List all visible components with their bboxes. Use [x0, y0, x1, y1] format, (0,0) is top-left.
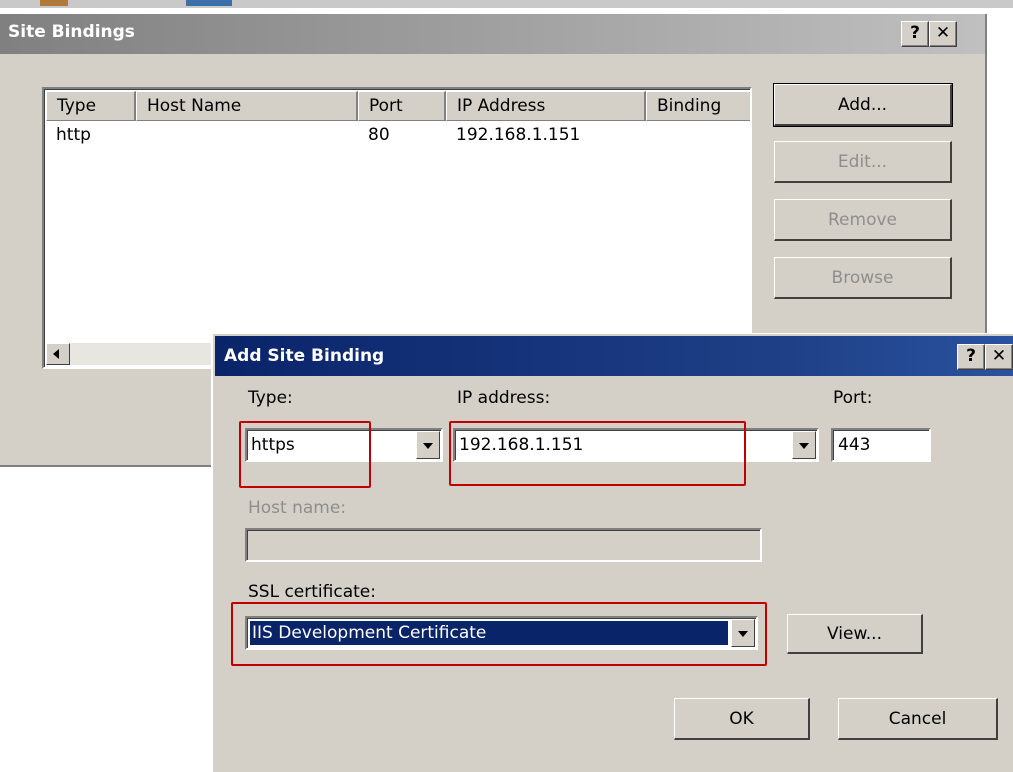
chevron-down-icon[interactable] — [792, 431, 816, 459]
ip-address-select[interactable]: 192.168.1.151 — [453, 428, 819, 462]
desktop-strip — [0, 0, 1013, 8]
ssl-certificate-select[interactable]: IIS Development Certificate — [245, 616, 758, 650]
view-certificate-button[interactable]: View... — [787, 614, 923, 654]
chevron-down-icon[interactable] — [731, 619, 755, 647]
remove-button[interactable]: Remove — [774, 199, 952, 241]
help-button[interactable]: ? — [957, 344, 985, 370]
ssl-certificate-select-value: IIS Development Certificate — [250, 621, 728, 645]
desktop-icon — [40, 0, 68, 6]
host-name-input[interactable] — [245, 528, 762, 562]
port-input-value: 443 — [838, 435, 871, 455]
close-button[interactable]: ✕ — [985, 344, 1013, 370]
type-label: Type: — [248, 388, 293, 408]
cell-host-name — [136, 121, 358, 149]
port-input[interactable]: 443 — [831, 428, 931, 462]
host-name-label: Host name: — [248, 498, 347, 518]
add-site-binding-titlebar: Add Site Binding ? ✕ — [215, 336, 1013, 376]
chevron-down-icon[interactable] — [416, 431, 440, 459]
site-bindings-titlebar: Site Bindings ? ✕ — [0, 14, 985, 54]
ok-button[interactable]: OK — [674, 698, 810, 740]
add-site-binding-title: Add Site Binding — [224, 346, 385, 366]
column-header-ip-address[interactable]: IP Address — [446, 91, 646, 121]
site-bindings-title: Site Bindings — [8, 22, 135, 42]
column-header-host-name[interactable]: Host Name — [136, 91, 358, 121]
help-button[interactable]: ? — [901, 21, 929, 47]
port-label: Port: — [833, 388, 873, 408]
cell-ip-address: 192.168.1.151 — [456, 125, 581, 145]
cell-binding — [646, 121, 750, 149]
cancel-button[interactable]: Cancel — [838, 698, 998, 740]
ip-address-select-value: 192.168.1.151 — [459, 435, 584, 455]
bindings-list-header: Type Host Name Port IP Address Binding — [46, 91, 750, 121]
ssl-certificate-label: SSL certificate: — [248, 582, 376, 602]
column-header-binding[interactable]: Binding — [646, 91, 750, 121]
cell-port: 80 — [368, 125, 390, 145]
scroll-left-icon[interactable] — [46, 343, 70, 365]
ip-address-label: IP address: — [457, 388, 551, 408]
column-header-type[interactable]: Type — [46, 91, 136, 121]
add-button[interactable]: Add... — [773, 83, 953, 127]
table-row[interactable]: http 80 192.168.1.151 — [46, 121, 750, 149]
type-select-value: https — [251, 435, 295, 455]
cell-type: http — [56, 125, 91, 145]
type-select[interactable]: https — [245, 428, 443, 462]
bindings-list[interactable]: Type Host Name Port IP Address Binding h… — [42, 87, 752, 369]
browse-button[interactable]: Browse — [774, 257, 952, 299]
column-header-port[interactable]: Port — [358, 91, 446, 121]
desktop-icon — [186, 0, 232, 6]
edit-button[interactable]: Edit... — [774, 141, 952, 183]
close-button[interactable]: ✕ — [929, 21, 957, 47]
add-site-binding-dialog: Add Site Binding ? ✕ Type: https IP addr… — [211, 333, 1013, 772]
